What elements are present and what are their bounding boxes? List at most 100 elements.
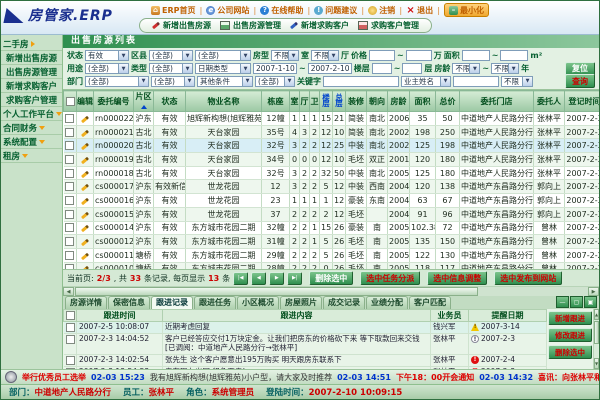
rooms-select[interactable]: 不限▼: [271, 50, 299, 61]
column-header-store[interactable]: 委托门店: [460, 91, 534, 112]
panel-restore-button[interactable]: ▢: [570, 296, 583, 308]
column-header-floor[interactable]: 楼层: [320, 91, 333, 112]
column-header-agent[interactable]: 委托人: [534, 91, 565, 112]
scroll-up-arrow[interactable]: ▲: [594, 309, 599, 320]
followup-row[interactable]: 2007-2-5 10:08:07近期考虑回复钱兴军2007-3-14: [64, 322, 547, 334]
column-header-property-name[interactable]: 物业名称: [186, 91, 262, 112]
row-checkbox[interactable]: [65, 237, 74, 246]
table-row[interactable]: cs000012沪东有效东方城市花园二期31幢221526毛坯南20051351…: [64, 235, 599, 249]
column-header-rooms[interactable]: 室: [290, 91, 300, 112]
assign-task-button[interactable]: 选中任务分派: [360, 271, 420, 285]
menu-item-exit[interactable]: ×退出: [406, 5, 433, 16]
row-checkbox[interactable]: [65, 128, 74, 137]
column-header-checkbox[interactable]: [64, 91, 77, 112]
row-checkbox[interactable]: [65, 182, 74, 191]
tab-4[interactable]: 小区概况: [237, 296, 279, 309]
type-select[interactable]: (全部)▼: [149, 63, 193, 74]
last-page-button[interactable]: ▶|: [287, 272, 302, 285]
tab-6[interactable]: 成交记录: [323, 296, 365, 309]
sidebar-item-7[interactable]: 系统配置: [1, 135, 62, 149]
vscroll-thumb[interactable]: [594, 321, 599, 344]
column-header-decoration[interactable]: 装修: [346, 91, 367, 112]
sub-department-select[interactable]: (全部)▼: [151, 76, 195, 87]
quickbar-item-2[interactable]: 新增求购客户: [290, 20, 349, 31]
tab-2[interactable]: 跟进记录: [151, 296, 193, 309]
tab-8[interactable]: 客户匹配: [409, 296, 451, 309]
table-row[interactable]: rn000020古北有效天台家园32号3221225中装南北2002125198…: [64, 139, 599, 153]
menu-item-home[interactable]: ⌂ERP首页: [151, 5, 196, 16]
table-row[interactable]: cs000010塘桥有效东方城市花园二期28幢222026毛坯南20051181…: [64, 262, 599, 269]
age-max-select[interactable]: 不限▼: [491, 63, 519, 74]
hscroll-track[interactable]: [74, 287, 588, 296]
delete-selected-button[interactable]: 删除选中: [309, 271, 353, 285]
edit-pencil-icon[interactable]: [81, 129, 89, 136]
vscroll-track[interactable]: [594, 320, 599, 358]
edit-followup-button[interactable]: 修改跟进: [548, 328, 592, 342]
date-type-select[interactable]: 日期类型▼: [195, 63, 251, 74]
column-header-halls[interactable]: 厅: [300, 91, 310, 112]
halls-select[interactable]: 不限▼: [311, 50, 339, 61]
owner-name-input[interactable]: [453, 76, 499, 87]
scroll-right-arrow[interactable]: ▶: [588, 287, 599, 296]
row-checkbox[interactable]: [65, 251, 74, 260]
tab-3[interactable]: 跟进任务: [194, 296, 236, 309]
table-row[interactable]: cs000017沪东有效新信息世龙花园12322512中装西南200412013…: [64, 180, 599, 194]
column-header-district[interactable]: 片区: [134, 91, 154, 112]
publish-website-button[interactable]: 选中发布到网站: [494, 271, 562, 285]
quickbar-item-3[interactable]: 求购客户管理: [358, 20, 419, 31]
row-checkbox[interactable]: [65, 141, 74, 150]
floor-max-input[interactable]: [402, 63, 422, 74]
quickbar-item-1[interactable]: 出售房源管理: [220, 20, 281, 31]
menu-item-minimize[interactable]: –最小化: [444, 3, 489, 17]
edit-pencil-icon[interactable]: [81, 198, 89, 205]
select-all-checkbox[interactable]: [66, 97, 75, 106]
other-condition-select[interactable]: 其他条件▼: [197, 76, 253, 87]
first-page-button[interactable]: |◀: [233, 272, 248, 285]
edit-pencil-icon[interactable]: [81, 143, 89, 150]
column-header-total-floor[interactable]: 总层: [333, 91, 346, 112]
sidebar-item-2[interactable]: 出售房源管理: [1, 65, 62, 79]
prev-page-button[interactable]: ◀: [251, 272, 266, 285]
column-header-status[interactable]: 状态: [154, 91, 186, 112]
followup-row[interactable]: 2007-2-3 14:02:54张先生 这个客户愿意出195万购买 明天跟房东…: [64, 355, 547, 367]
add-followup-button[interactable]: 新增跟进: [548, 311, 592, 325]
table-row[interactable]: cs000011塘桥有效东方城市花园二期29幢222526毛坯南20051221…: [64, 248, 599, 262]
tab-1[interactable]: 保密信息: [108, 296, 150, 309]
row-checkbox[interactable]: [65, 196, 74, 205]
district-select[interactable]: (全部)▼: [149, 50, 193, 61]
panel-minimize-button[interactable]: —: [556, 296, 569, 308]
sidebar-item-3[interactable]: 新增求购客户: [1, 79, 62, 93]
edit-pencil-icon[interactable]: [81, 184, 89, 191]
edit-pencil-icon[interactable]: [81, 170, 89, 177]
date-to-input[interactable]: 2007-2-10: [308, 63, 352, 74]
edit-pencil-icon[interactable]: [81, 157, 89, 164]
scroll-down-arrow[interactable]: ▼: [594, 358, 599, 369]
table-row[interactable]: cs000016沪东有效世龙花园23111112豪装东南20046367中道地产…: [64, 194, 599, 208]
column-header-building[interactable]: 栋座: [262, 91, 290, 112]
edit-pencil-icon[interactable]: [81, 252, 89, 259]
department-select[interactable]: (全部)▼: [85, 76, 149, 87]
age-min-select[interactable]: 不限▼: [452, 63, 480, 74]
row-checkbox[interactable]: [65, 169, 74, 178]
table-row[interactable]: rn000019古北有效天台家园34号0001210毛坯双正2001120180…: [64, 153, 599, 167]
row-checkbox[interactable]: [65, 114, 74, 123]
vertical-scrollbar[interactable]: ▲ ▼: [593, 309, 599, 369]
followup-header-content[interactable]: 跟进内容: [163, 310, 431, 322]
owner-name-select[interactable]: 业主姓名▼: [401, 76, 451, 87]
price-min-input[interactable]: [369, 50, 395, 61]
sub-district-select[interactable]: (全部)▼: [195, 50, 251, 61]
date-from-input[interactable]: 2007-1-10: [253, 63, 297, 74]
column-header-build-year[interactable]: 房龄: [388, 91, 410, 112]
table-row[interactable]: cs000014沪东有效东方城市花园二期32幢2211526豪装南2005102…: [64, 221, 599, 235]
delete-followup-button[interactable]: 删除选中: [548, 345, 592, 359]
menu-item-globe[interactable]: e公司网站: [206, 5, 249, 16]
table-row[interactable]: rn000021古北有效天台家园35号4321210简装南北2002198250…: [64, 125, 599, 139]
search-button[interactable]: 查询: [565, 74, 595, 88]
table-row[interactable]: rn000018古北有效天台家园32号3223250中装南北2005125180…: [64, 166, 599, 180]
menu-item-help[interactable]: ?在线帮助: [260, 5, 303, 16]
scroll-left-arrow[interactable]: ◀: [63, 287, 74, 296]
limit-select[interactable]: 不限▼: [501, 76, 533, 87]
followup-row[interactable]: 2007-2-3 14:04:52客户已经答应交付1万块定金。让我们把房东的价格…: [64, 334, 547, 355]
use-select[interactable]: (全部)▼: [85, 63, 129, 74]
followup-header-agent[interactable]: 业务员: [431, 310, 469, 322]
